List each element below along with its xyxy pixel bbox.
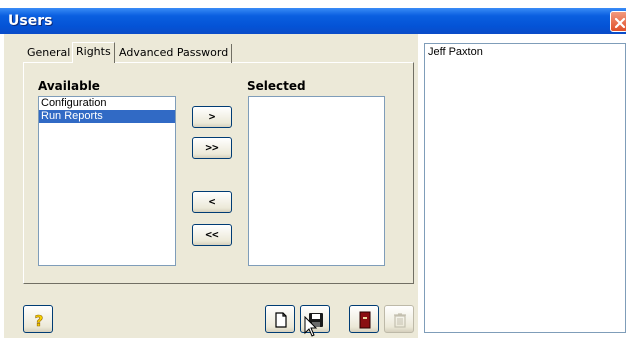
users-window: Users General Rights Advanced Password A… [0, 0, 626, 341]
available-list[interactable]: Configuration Run Reports [38, 96, 176, 266]
selected-list[interactable] [248, 96, 385, 266]
svg-text:?: ? [35, 312, 44, 329]
question-mark-icon: ? [34, 312, 44, 329]
new-button[interactable] [265, 305, 295, 333]
tab-advanced-password[interactable]: Advanced Password [116, 44, 233, 63]
exit-door-icon [359, 311, 371, 329]
users-list[interactable]: Jeff Paxton [424, 43, 626, 333]
help-button[interactable]: ? [23, 305, 53, 333]
remove-button[interactable]: < [192, 191, 232, 213]
close-button[interactable] [610, 11, 626, 32]
exit-button[interactable] [349, 305, 379, 333]
new-document-icon [275, 312, 287, 328]
available-label: Available [38, 79, 100, 93]
mouse-cursor-icon [304, 316, 318, 337]
available-item-configuration[interactable]: Configuration [39, 97, 175, 110]
trash-can-icon [394, 313, 406, 328]
title-bar[interactable]: Users [0, 8, 626, 34]
user-item[interactable]: Jeff Paxton [428, 46, 483, 58]
selected-label: Selected [247, 79, 306, 93]
add-all-button[interactable]: >> [192, 137, 232, 159]
delete-button[interactable] [384, 305, 414, 333]
add-button[interactable]: > [192, 106, 232, 128]
tab-rights[interactable]: Rights [72, 42, 115, 63]
remove-all-button[interactable]: << [192, 224, 232, 246]
available-item-run-reports[interactable]: Run Reports [39, 110, 175, 123]
tab-general[interactable]: General [24, 44, 73, 63]
close-icon [614, 17, 626, 29]
window-title: Users [8, 13, 53, 29]
